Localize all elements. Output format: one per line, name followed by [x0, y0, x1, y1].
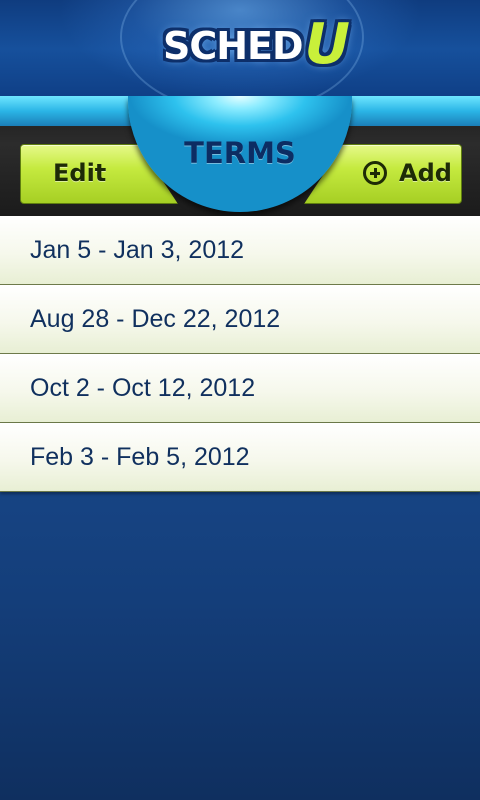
- term-list-item[interactable]: Jan 5 - Jan 3, 2012: [0, 216, 480, 285]
- term-list-item[interactable]: Feb 3 - Feb 5, 2012: [0, 423, 480, 492]
- header-bar: Edit Add TERMS: [0, 96, 480, 216]
- term-list-item[interactable]: Oct 2 - Oct 12, 2012: [0, 354, 480, 423]
- term-label: Jan 5 - Jan 3, 2012: [30, 236, 245, 264]
- logo-band: SCHED U: [0, 0, 480, 98]
- page-title: TERMS: [184, 136, 296, 170]
- add-button-label: Add: [399, 159, 452, 187]
- plus-circle-icon: [363, 161, 387, 185]
- term-label: Aug 28 - Dec 22, 2012: [30, 305, 281, 333]
- terms-list: Jan 5 - Jan 3, 2012 Aug 28 - Dec 22, 201…: [0, 216, 480, 492]
- app-logo: SCHED U: [146, 11, 366, 78]
- logo-accent-letter: U: [304, 11, 350, 77]
- term-list-item[interactable]: Aug 28 - Dec 22, 2012: [0, 285, 480, 354]
- edit-button-label: Edit: [53, 159, 107, 187]
- logo-text: SCHED: [162, 24, 304, 68]
- term-label: Oct 2 - Oct 12, 2012: [30, 374, 256, 402]
- term-label: Feb 3 - Feb 5, 2012: [30, 443, 250, 471]
